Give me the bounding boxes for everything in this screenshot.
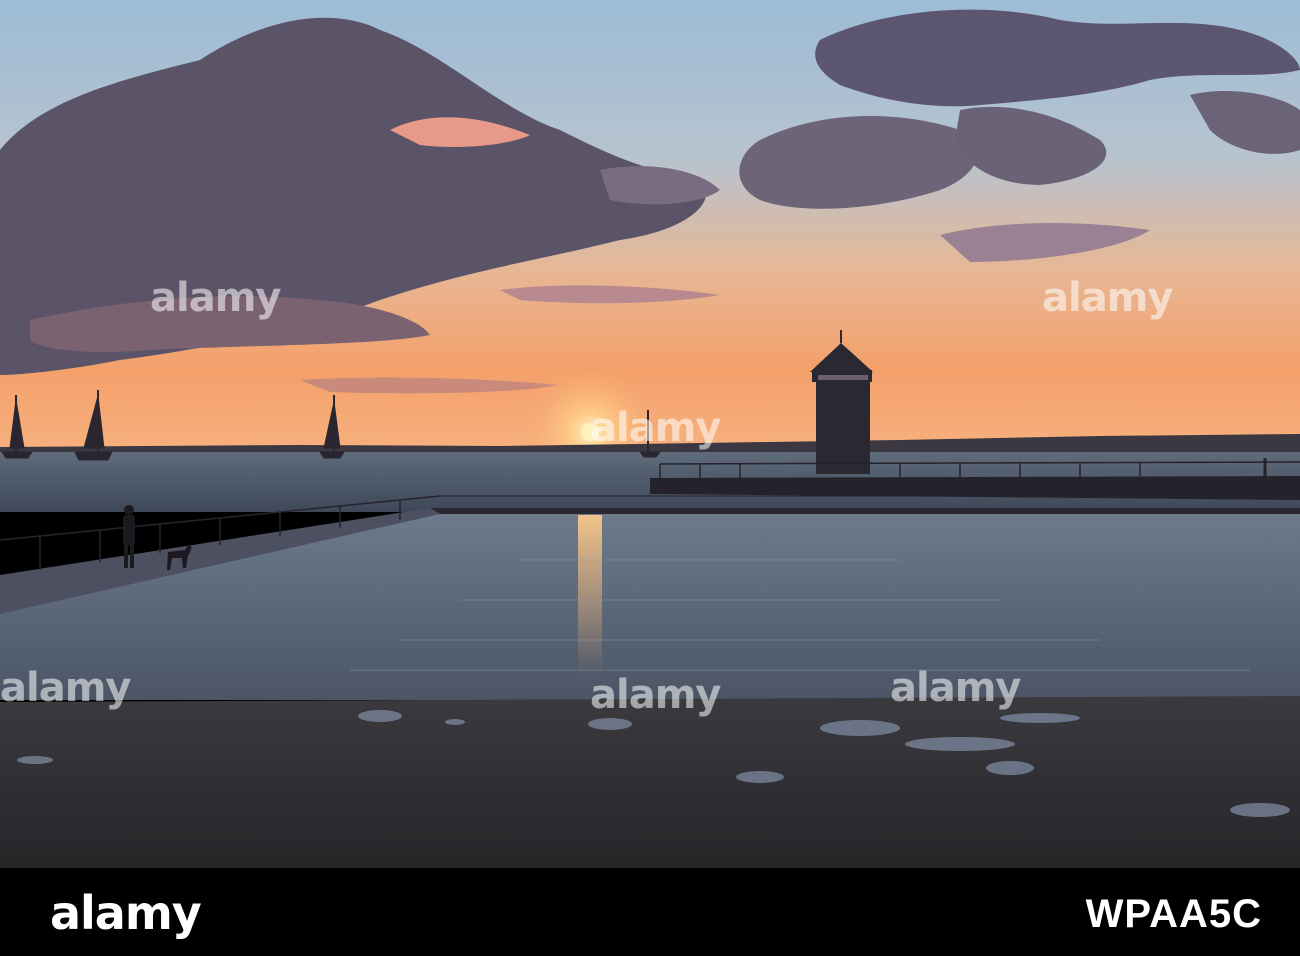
mud-flats <box>0 696 1300 868</box>
watermark-mid-center-right: alamy <box>890 665 1021 711</box>
watermark-top-center: alamy <box>590 405 721 451</box>
watermark-top-right: alamy <box>1042 275 1173 321</box>
pool-wall <box>430 508 1300 514</box>
footer-logo: alamy <box>50 886 202 940</box>
footer-bar: alamy WPAA5C <box>0 868 1300 956</box>
watermark-top-left: alamy <box>150 275 281 321</box>
watermark-mid-center-left: alamy <box>590 672 721 718</box>
watermark-mid-left: alamy <box>0 665 131 711</box>
sun-reflection <box>578 515 602 675</box>
image-id: WPAA5C <box>1085 892 1262 936</box>
